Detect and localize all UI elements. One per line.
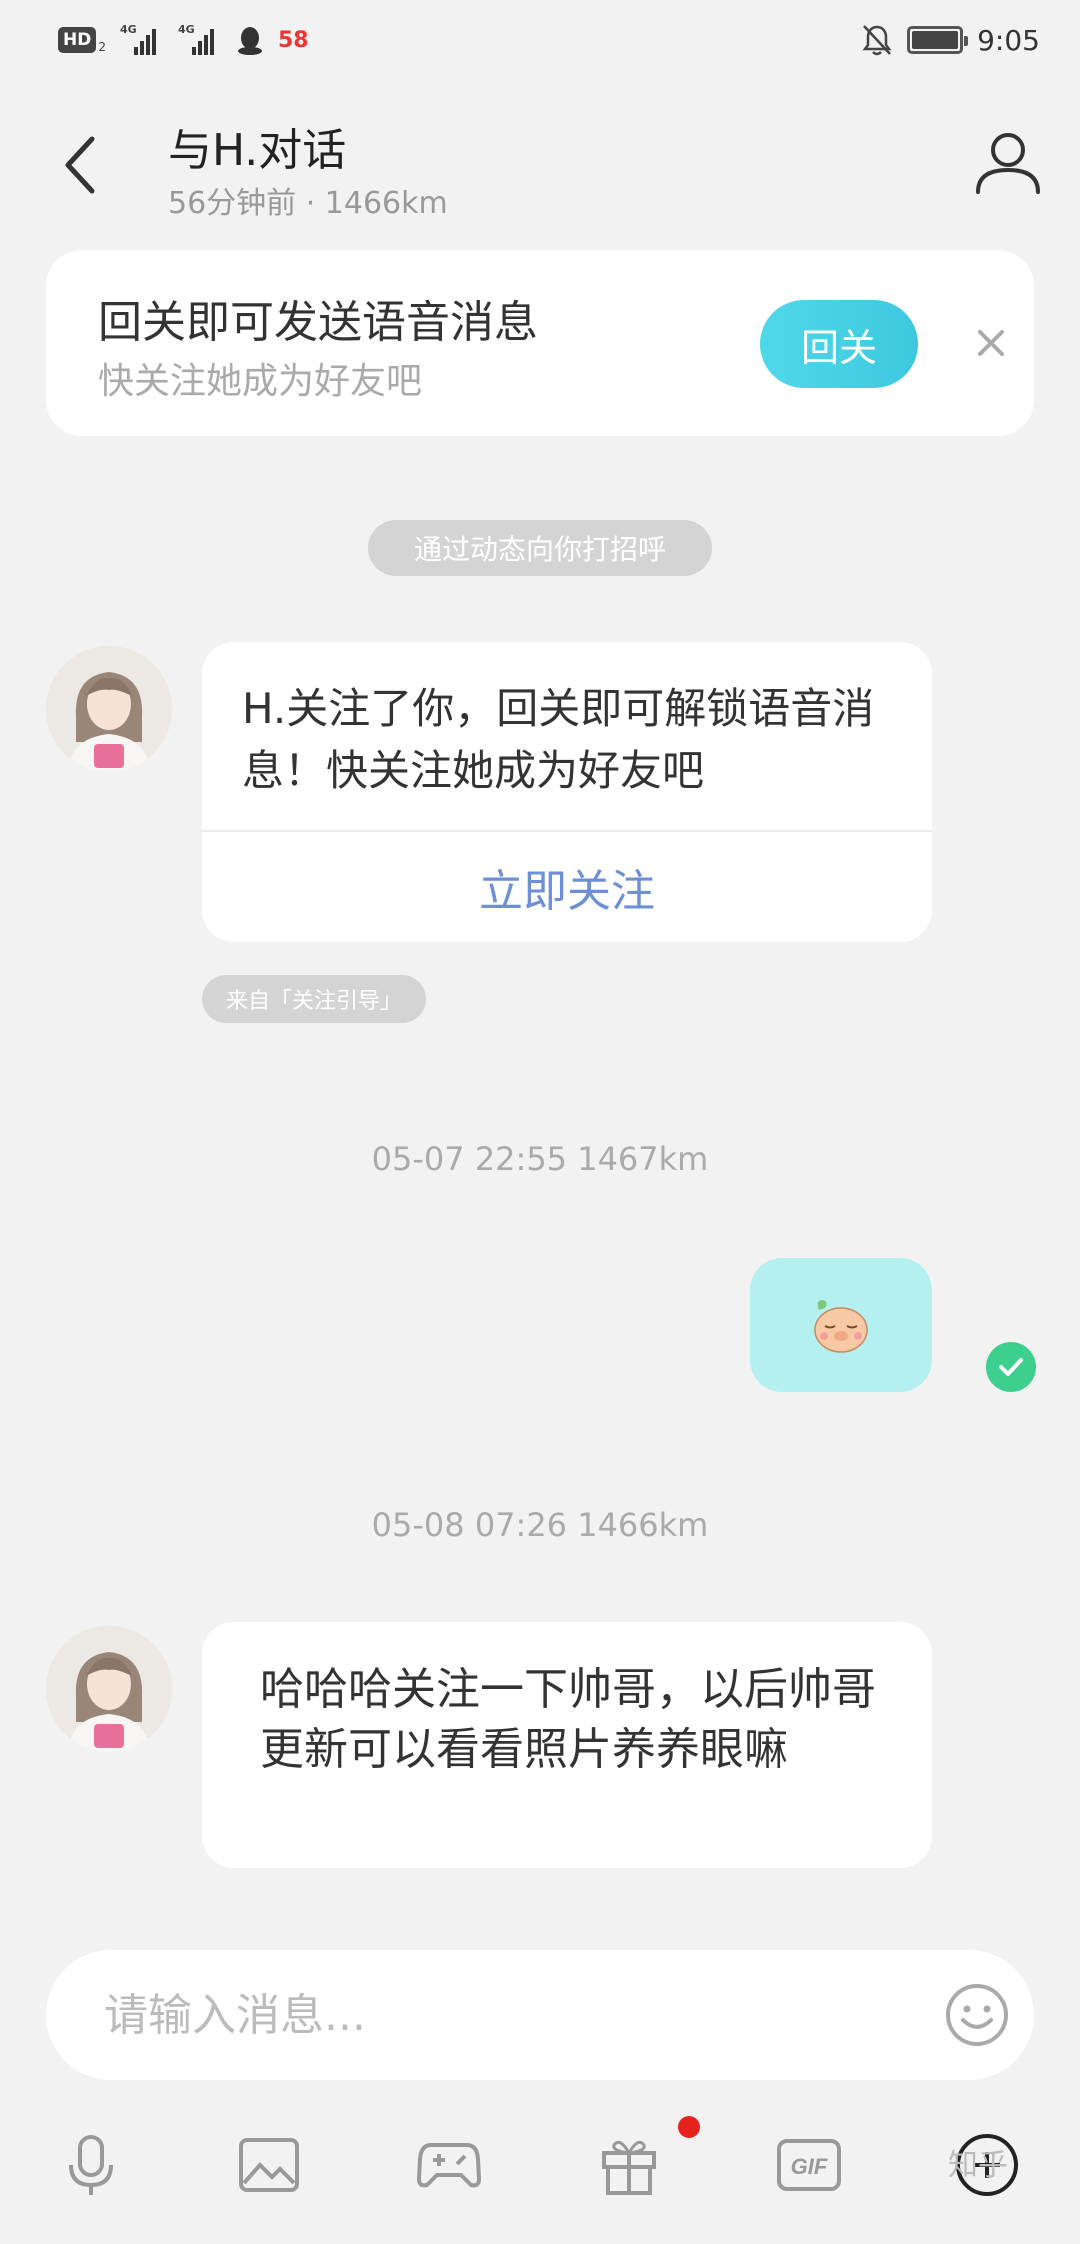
watermark: 知乎 (948, 2148, 1008, 2183)
voice-button[interactable] (56, 2130, 126, 2200)
hd-icon: HD (58, 27, 97, 53)
follow-back-banner: 回关即可发送语音消息 快关注她成为好友吧 回关 (46, 250, 1034, 436)
signal-label: 4G (119, 23, 137, 36)
banner-title: 回关即可发送语音消息 (98, 297, 538, 348)
avatar-image (46, 646, 172, 772)
source-label: 来自「关注引导」 (202, 975, 426, 1023)
gif-icon[interactable]: GIF (776, 2138, 842, 2192)
battery-icon (907, 26, 969, 54)
status-right: 9:05 (861, 20, 1040, 60)
page-title: 与H.对话 (168, 125, 347, 176)
qq-icon (237, 27, 262, 55)
gif-label: GIF (791, 2154, 828, 2179)
chat-header: 与H.对话 56分钟前 · 1466km (0, 100, 1080, 230)
system-notice: 通过动态向你打招呼 (368, 520, 712, 576)
follow-card-message: H.关注了你，回关即可解锁语音消息！快关注她成为好友吧 立即关注 (202, 642, 932, 942)
image-button[interactable] (234, 2130, 304, 2200)
avatar-image (46, 1626, 172, 1752)
clock: 9:05 (977, 23, 1040, 57)
message-text: 哈哈哈关注一下帅哥，以后帅哥更新可以看看照片养养眼嘛 (260, 1664, 876, 1775)
signal-label: 4G (177, 23, 195, 36)
follow-now-button[interactable]: 立即关注 (202, 832, 932, 942)
avatar[interactable] (46, 1626, 172, 1752)
sleepy-pig-sticker (814, 1300, 868, 1353)
follow-card-text: H.关注了你，回关即可解锁语音消息！快关注她成为好友吧 (242, 684, 875, 795)
hd-sub-label: 2 (98, 40, 106, 54)
received-text-message[interactable]: 哈哈哈关注一下帅哥，以后帅哥更新可以看看照片养养眼嘛 (202, 1622, 932, 1868)
message-input-bar (46, 1950, 1034, 2080)
signal-icon: 4G (119, 23, 164, 55)
message-input[interactable] (104, 1980, 904, 2050)
notification-dot (678, 2116, 700, 2138)
banner-subtitle: 快关注她成为好友吧 (98, 361, 423, 402)
back-button[interactable] (50, 130, 110, 200)
gift-button[interactable] (594, 2130, 664, 2200)
mute-bell-icon (862, 25, 892, 56)
check-icon (999, 1358, 1023, 1376)
follow-back-button[interactable]: 回关 (760, 300, 918, 388)
game-button[interactable] (414, 2130, 484, 2200)
status-left: HD 2 4G 4G 58 (58, 20, 309, 60)
chat-toolbar: GIF (0, 2120, 1080, 2210)
last-seen-distance: 56分钟前 · 1466km (168, 186, 448, 221)
smile-icon[interactable] (944, 1982, 1010, 2048)
message-timestamp: 05-08 07:26 1466km (371, 1506, 709, 1544)
message-timestamp: 05-07 22:55 1467km (371, 1140, 709, 1178)
gift-icon[interactable] (600, 2135, 658, 2195)
microphone-icon[interactable] (66, 2133, 116, 2197)
close-icon[interactable] (976, 328, 1006, 358)
gif-button[interactable]: GIF (774, 2130, 844, 2200)
signal-icon: 4G (177, 23, 222, 55)
sent-status-badge (986, 1342, 1036, 1392)
avatar[interactable] (46, 646, 172, 772)
chevron-left-icon[interactable] (60, 133, 100, 197)
close-banner-button[interactable] (966, 318, 1016, 368)
game-icon[interactable] (417, 2139, 481, 2191)
image-icon[interactable] (238, 2137, 300, 2193)
user-icon[interactable] (972, 126, 1044, 198)
58-app-icon: 58 (277, 27, 309, 53)
sent-sticker-message[interactable] (750, 1258, 932, 1392)
status-bar: HD 2 4G 4G 58 9:05 (0, 0, 1080, 80)
